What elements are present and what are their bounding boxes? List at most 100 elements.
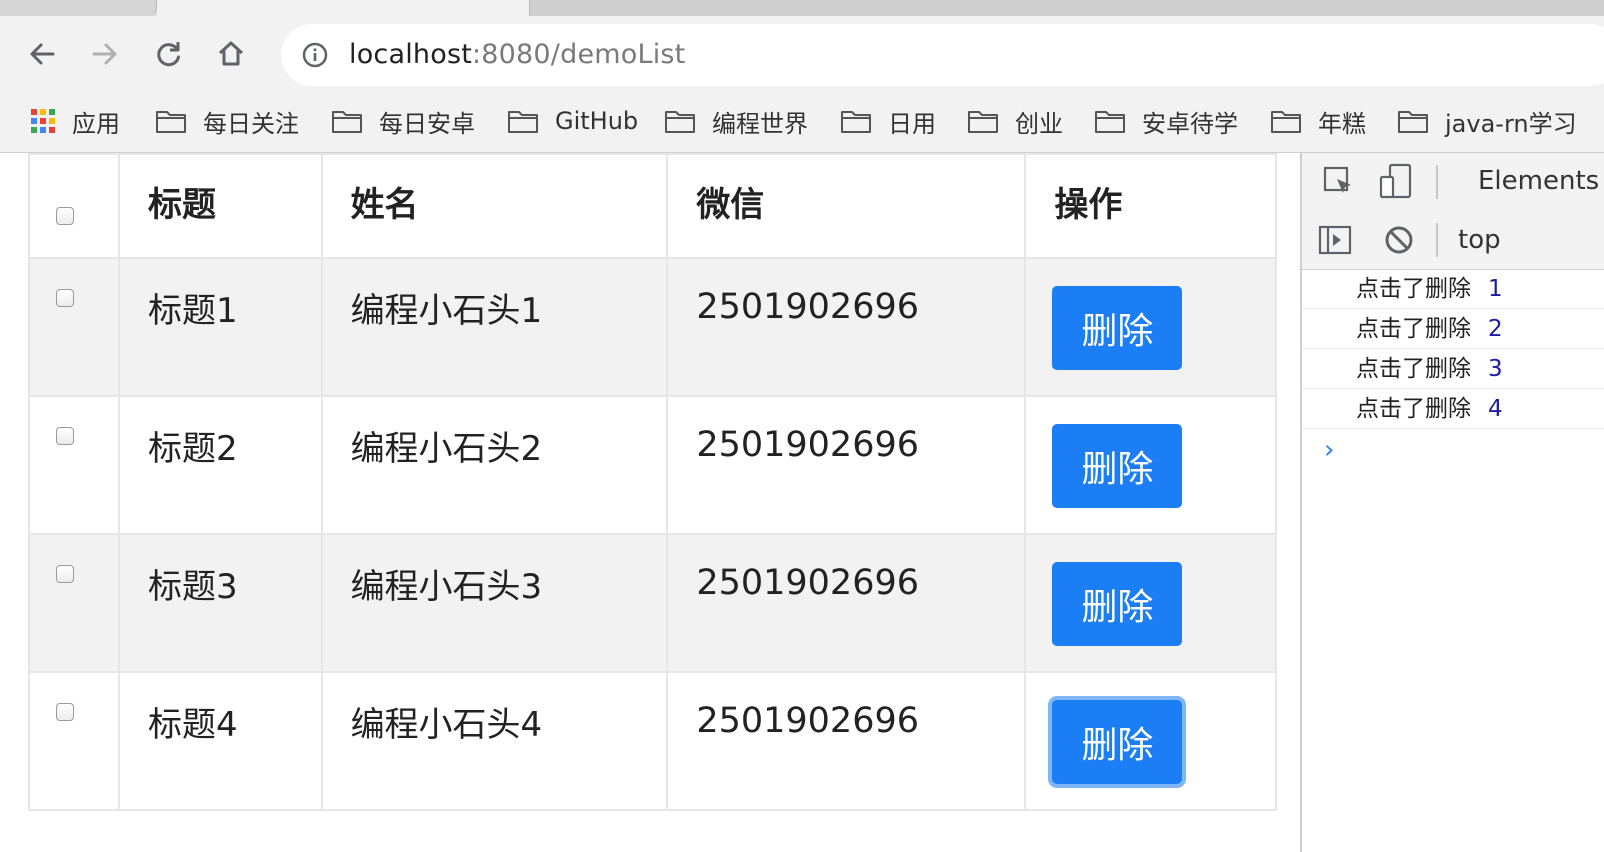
apps-grid-icon [31, 109, 55, 133]
bookmark-folder[interactable]: 每日安卓 [331, 98, 475, 144]
bookmark-label: 年糕 [1318, 109, 1366, 138]
console-prompt-icon[interactable]: › [1324, 435, 1334, 465]
console-toolbar: top [1302, 211, 1604, 270]
browser-tab-inactive[interactable] [529, 0, 1604, 16]
console-message-text: 点击了删除 [1356, 356, 1471, 382]
show-sidebar-icon[interactable] [1318, 223, 1352, 257]
table-header-row: 标题 姓名 微信 操作 [27, 153, 1277, 259]
address-bar[interactable]: localhost:8080/demoList [281, 24, 1604, 86]
forward-icon [92, 43, 117, 65]
header-title: 标题 [118, 153, 323, 259]
row-name: 编程小石头3 [350, 567, 543, 607]
tab-strip [0, 0, 1604, 16]
folder-icon [332, 111, 362, 133]
reload-icon [157, 42, 180, 67]
bookmark-folder[interactable]: 创业 [967, 98, 1063, 144]
row-wechat: 2501902696 [696, 701, 919, 741]
console-message-value: 4 [1488, 396, 1503, 422]
console-message-value: 3 [1488, 356, 1503, 382]
forward-button[interactable] [87, 36, 123, 72]
row-checkbox[interactable] [56, 427, 74, 445]
row-checkbox[interactable] [56, 703, 74, 721]
toolbar-separator [1436, 165, 1438, 199]
row-checkbox[interactable] [56, 289, 74, 307]
url-text[interactable]: localhost:8080/demoList [349, 38, 685, 72]
folder-icon [665, 111, 695, 133]
bookmark-label: 每日安卓 [379, 109, 475, 138]
device-toolbar-icon[interactable] [1378, 163, 1414, 201]
row-wechat: 2501902696 [696, 425, 919, 465]
bookmark-label: 创业 [1015, 109, 1063, 138]
delete-button[interactable]: 删除 [1052, 700, 1183, 784]
delete-button[interactable]: 删除 [1052, 286, 1183, 370]
bookmark-folder[interactable]: java-rn学习 [1397, 98, 1577, 144]
back-icon [30, 43, 55, 65]
bookmark-label: java-rn学习 [1445, 109, 1577, 138]
bookmark-label: 编程世界 [712, 109, 808, 138]
console-message: 点击了删除 2 [1302, 309, 1604, 349]
console-message: 点击了删除 4 [1302, 389, 1604, 429]
bookmark-folder[interactable]: GitHub [507, 98, 638, 144]
clear-console-icon[interactable] [1382, 223, 1416, 257]
console-message: 点击了删除 3 [1302, 349, 1604, 389]
header-select-cell [27, 153, 121, 259]
table-row: 标题1 编程小石头1 2501902696 删除 [27, 257, 1277, 397]
folder-icon [1398, 111, 1428, 133]
bookmark-folder[interactable]: 年糕 [1270, 98, 1366, 144]
table-row: 标题3 编程小石头3 2501902696 删除 [27, 533, 1277, 673]
console-message-value: 2 [1488, 316, 1503, 342]
browser-toolbar: localhost:8080/demoList 应用 每日关注 每日安卓 Git… [0, 16, 1604, 153]
home-button[interactable] [213, 36, 249, 72]
inspect-element-icon[interactable] [1322, 165, 1356, 199]
row-name: 编程小石头2 [350, 429, 543, 469]
home-icon [218, 41, 244, 66]
browser-tab-active[interactable] [157, 0, 529, 16]
header-name: 姓名 [320, 153, 669, 259]
folder-icon [1271, 111, 1301, 133]
row-title: 标题3 [148, 567, 238, 607]
folder-icon [1095, 111, 1125, 133]
select-all-checkbox[interactable] [56, 207, 74, 225]
folder-icon [156, 111, 186, 133]
url-path: :8080/demoList [472, 39, 686, 70]
console-message-value: 1 [1488, 276, 1503, 302]
bookmark-folder[interactable]: 每日关注 [155, 98, 299, 144]
bookmark-label: 每日关注 [203, 109, 299, 138]
devtools-panel: Elements top 点击了删除 1 点击了删除 2 点击了删除 3 点击了… [1300, 153, 1604, 852]
delete-button[interactable]: 删除 [1052, 424, 1183, 508]
table-row: 标题2 编程小石头2 2501902696 删除 [27, 395, 1277, 535]
row-title: 标题2 [148, 429, 238, 469]
bookmark-folder[interactable]: 编程世界 [664, 98, 808, 144]
tab-elements[interactable]: Elements [1478, 164, 1599, 198]
header-action: 操作 [1024, 153, 1277, 259]
back-button[interactable] [24, 36, 60, 72]
folder-icon [968, 111, 998, 133]
toolbar-separator [1436, 223, 1438, 257]
table-row: 标题4 编程小石头4 2501902696 删除 [27, 671, 1277, 811]
folder-icon [508, 111, 538, 133]
bookmark-label: GitHub [555, 107, 639, 135]
reload-button[interactable] [150, 36, 186, 72]
header-wechat: 微信 [666, 153, 1027, 259]
context-selector[interactable]: top [1458, 223, 1501, 257]
bookmarks-bar: 应用 每日关注 每日安卓 GitHub 编程世界 日用 创业 安卓待学 年糕 j… [0, 98, 1604, 144]
bookmark-label: 安卓待学 [1142, 109, 1238, 138]
console-message-text: 点击了删除 [1356, 316, 1471, 342]
folder-icon [841, 111, 871, 133]
delete-button[interactable]: 删除 [1052, 562, 1183, 646]
bookmark-folder[interactable]: 日用 [840, 98, 936, 144]
page-content: 标题 姓名 微信 操作 标题1 编程小石头1 2501902696 删除 标题2… [0, 153, 1300, 852]
row-checkbox[interactable] [56, 565, 74, 583]
row-title: 标题4 [148, 705, 238, 745]
console-message: 点击了删除 1 [1302, 269, 1604, 309]
console-message-text: 点击了删除 [1356, 396, 1471, 422]
row-title: 标题1 [148, 291, 238, 331]
bookmark-folder[interactable]: 安卓待学 [1094, 98, 1238, 144]
data-table: 标题 姓名 微信 操作 标题1 编程小石头1 2501902696 删除 标题2… [27, 153, 1277, 811]
row-name: 编程小石头4 [350, 705, 543, 745]
site-info-icon[interactable] [301, 41, 329, 69]
bookmark-apps[interactable]: 应用 [30, 98, 120, 144]
url-host: localhost [349, 39, 472, 70]
browser-tab-left[interactable] [0, 0, 157, 16]
bookmark-label: 日用 [888, 109, 936, 138]
